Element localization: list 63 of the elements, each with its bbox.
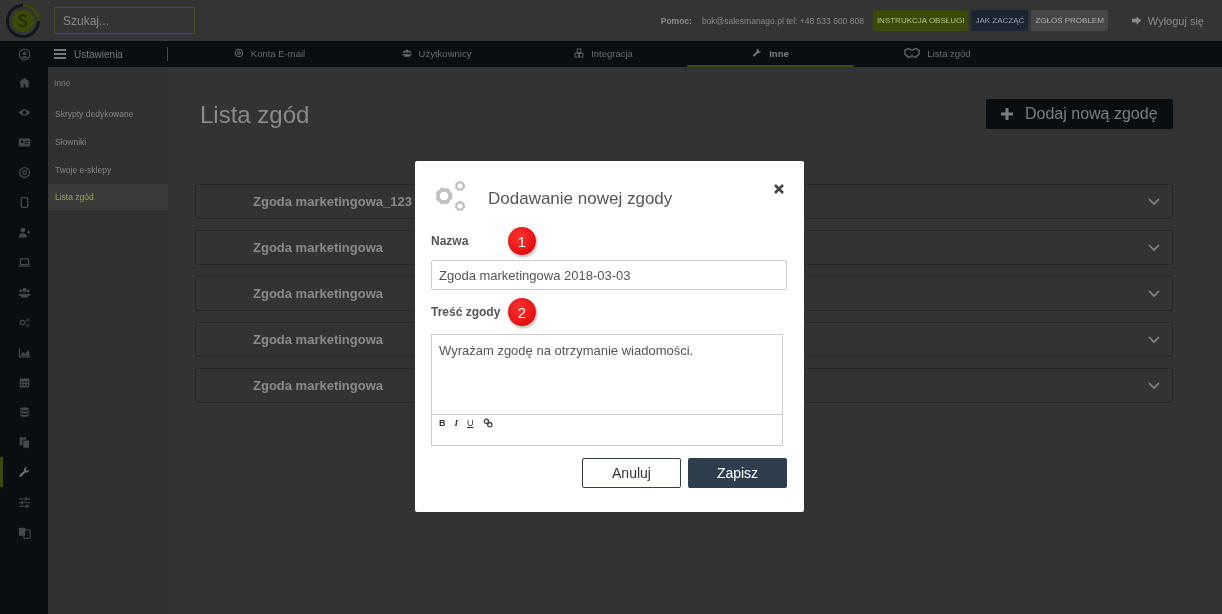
nav-tab[interactable]: Lista zgód: [854, 41, 1021, 67]
chevron-down-icon: [1148, 289, 1160, 298]
chevron-down-icon: [1148, 243, 1160, 252]
close-button[interactable]: [774, 184, 784, 194]
dialog-title: Dodawanie nowej zgody: [488, 188, 674, 209]
submenu-item[interactable]: Twoje e-sklepy: [48, 156, 168, 184]
save-button[interactable]: Zapisz: [688, 458, 787, 488]
cancel-button[interactable]: Anuluj: [582, 458, 681, 488]
submenu-header: Inne: [53, 77, 72, 90]
add-consent-button[interactable]: Dodaj nową zgodę: [986, 99, 1173, 129]
chevron-down-icon: [1148, 197, 1160, 206]
field-label: Treść zgody: [431, 305, 502, 319]
page-title: Lista zgód: [200, 101, 310, 129]
users-icon: [17, 285, 31, 299]
consent-name: Zgoda marketingowa_123: [253, 194, 412, 209]
area-chart-icon: [17, 345, 31, 359]
plus-icon: [1001, 108, 1013, 120]
header-button[interactable]: JAK ZACZĄĆ: [971, 10, 1029, 31]
sliders-icon: [17, 495, 31, 509]
menu-icon: [54, 49, 66, 59]
header-button[interactable]: INSTRUKCJA OBSŁUGI: [872, 10, 969, 31]
italic-button[interactable]: I: [454, 418, 458, 428]
header-button[interactable]: ZGŁOŚ PROBLEM: [1031, 10, 1108, 31]
contact-card-icon: [17, 135, 31, 149]
search-field[interactable]: Szukaj...: [54, 7, 195, 34]
consent-name: Zgoda marketingowa: [253, 286, 384, 301]
consent-name: Zgoda marketingowa: [253, 378, 384, 393]
cubes-icon: [574, 48, 585, 58]
underline-button[interactable]: U: [467, 418, 474, 428]
logout-icon: [1130, 15, 1142, 26]
submenu-item[interactable]: Słowniki: [48, 128, 168, 156]
logo-icon: [6, 3, 40, 38]
calendar-icon: [17, 375, 31, 389]
consent-name: Zgoda marketingowa: [253, 240, 384, 255]
name-field[interactable]: Zgoda marketingowa 2018-03-03: [431, 260, 787, 290]
consent-name: Zgoda marketingowa: [253, 332, 384, 347]
chevron-down-icon: [1148, 381, 1160, 390]
section-title: Ustawienia: [74, 48, 123, 60]
users-icon: [401, 48, 412, 58]
contact-info: bok@salesmanago.pl tel: +48 533 600 808: [701, 15, 864, 26]
language-icon: [17, 525, 31, 539]
gears-icon: [17, 315, 31, 329]
submenu-item[interactable]: Lista zgód: [48, 184, 168, 210]
logout-button[interactable]: Wyloguj się: [1124, 13, 1210, 28]
add-user-icon: [17, 225, 31, 239]
bold-button[interactable]: B: [439, 418, 446, 428]
database-icon: [17, 405, 31, 419]
nav-tab[interactable]: Integracja: [520, 41, 687, 67]
submenu-item[interactable]: Skrypty dedykowane: [48, 100, 168, 128]
user-circle-icon: [17, 47, 31, 61]
laptop-icon: [17, 255, 31, 269]
wrench-icon: [752, 48, 763, 58]
wrench-icon: [17, 465, 31, 479]
consent-text: Wyrażam zgodę na otrzymanie wiadomości.: [438, 342, 695, 360]
content-editor[interactable]: Wyrażam zgodę na otrzymanie wiadomości. B I U: [431, 334, 783, 446]
field-label: Nazwa: [431, 234, 470, 248]
link-icon[interactable]: [482, 418, 493, 428]
chevron-down-icon: [1148, 335, 1160, 344]
help-label: Pomoc:: [660, 15, 692, 26]
home-icon: [17, 75, 31, 89]
nav-tab[interactable]: Użytkownicy: [353, 41, 520, 67]
documents-icon: [17, 435, 31, 449]
nav-tab[interactable]: Konta E-mail: [186, 41, 353, 67]
